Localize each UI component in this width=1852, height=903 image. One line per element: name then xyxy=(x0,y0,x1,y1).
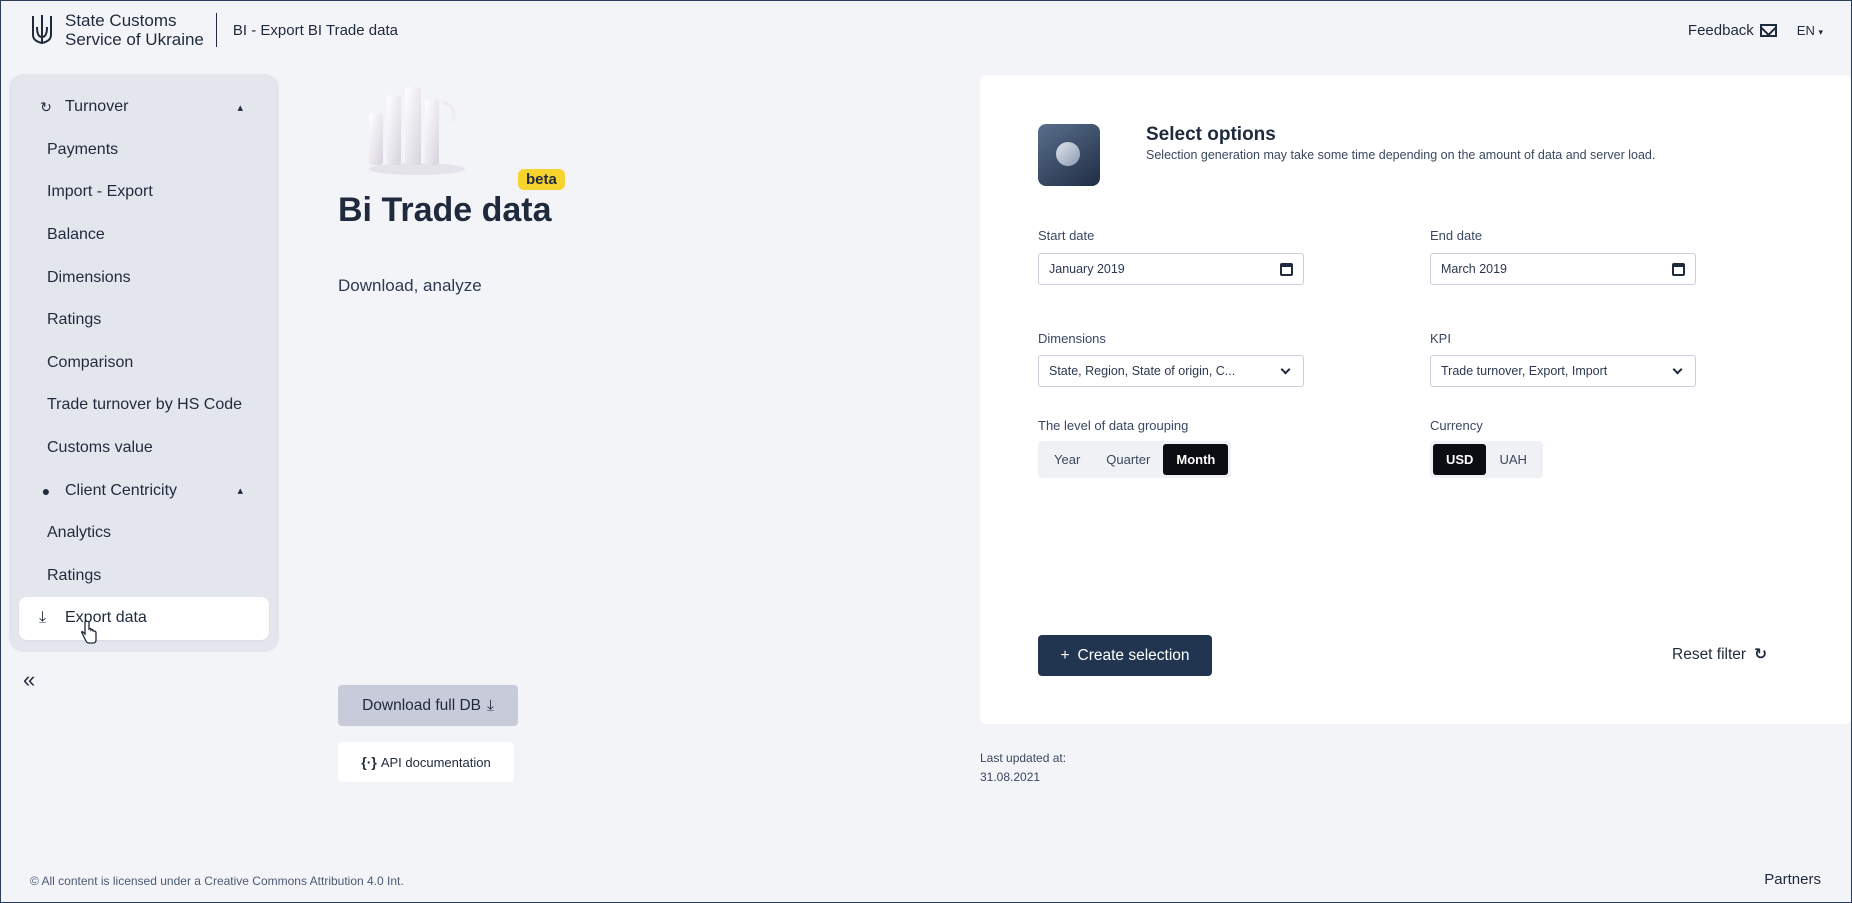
refresh-icon: ↻ xyxy=(40,98,52,115)
create-selection-button[interactable]: + Create selection xyxy=(1038,635,1212,676)
caret-up-icon: ▴ xyxy=(237,101,243,114)
org-name-line1: State Customs xyxy=(65,11,177,30)
trident-logo-icon xyxy=(32,15,52,45)
kpi-value: Trade turnover, Export, Import xyxy=(1441,364,1608,378)
partners-link[interactable]: Partners xyxy=(1764,871,1821,888)
kpi-label: KPI xyxy=(1430,331,1451,346)
grouping-option-month[interactable]: Month xyxy=(1163,444,1229,475)
calendar-icon[interactable] xyxy=(1672,262,1685,276)
sidebar-section-turnover[interactable]: ↻ Turnover ▴ xyxy=(19,86,269,129)
sidebar-item-analytics[interactable]: Analytics xyxy=(19,512,269,555)
logo[interactable]: State Customs Service of Ukraine xyxy=(29,11,204,49)
language-selector[interactable]: EN ▾ xyxy=(1797,23,1823,38)
last-updated: Last updated at: 31.08.2021 xyxy=(980,749,1066,787)
user-icon: ● xyxy=(41,482,51,499)
caret-up-icon: ▴ xyxy=(237,485,243,498)
header-actions: Feedback EN ▾ xyxy=(1688,22,1823,39)
calendar-icon[interactable] xyxy=(1280,262,1293,276)
sidebar-item-ratings-client[interactable]: Ratings xyxy=(19,555,269,598)
currency-option-uah[interactable]: UAH xyxy=(1486,444,1539,475)
select-options-card: Select options Selection generation may … xyxy=(980,75,1851,724)
dimensions-label: Dimensions xyxy=(1038,331,1106,346)
grouping-option-year[interactable]: Year xyxy=(1041,444,1093,475)
sidebar-item-ratings[interactable]: Ratings xyxy=(19,299,269,342)
sidebar-item-import-export[interactable]: Import - Export xyxy=(19,171,269,214)
header-divider xyxy=(215,13,217,47)
dimensions-select[interactable]: State, Region, State of origin, C... xyxy=(1038,355,1304,387)
sidebar-item-customs-value[interactable]: Customs value xyxy=(19,427,269,470)
plus-icon: + xyxy=(1060,646,1070,664)
download-full-db-button[interactable]: Download full DB ⤓ xyxy=(338,685,518,726)
feedback-link[interactable]: Feedback xyxy=(1688,22,1754,39)
card-title: Select options xyxy=(1146,124,1276,145)
mail-icon[interactable] xyxy=(1759,23,1777,37)
sidebar-item-label: Export data xyxy=(65,609,147,627)
end-date-label: End date xyxy=(1430,228,1483,243)
sidebar: ↻ Turnover ▴ Payments Import - Export Ba… xyxy=(9,74,279,652)
hand-pointer-cursor-icon xyxy=(81,621,97,644)
beta-badge: beta xyxy=(518,169,565,190)
page-subtitle: Download, analyze xyxy=(338,276,482,295)
grouping-toggle: Year Quarter Month xyxy=(1038,441,1232,478)
refresh-icon: ↻ xyxy=(1754,646,1768,663)
breadcrumb[interactable]: BI - Export BI Trade data xyxy=(233,22,398,39)
sidebar-item-label: Turnover xyxy=(65,98,129,116)
api-documentation-label: API documentation xyxy=(380,754,491,770)
sidebar-item-export-data[interactable]: ⤓ Export data xyxy=(19,597,269,640)
download-full-db-label: Download full DB xyxy=(362,696,482,714)
sidebar-item-comparison[interactable]: Comparison xyxy=(19,342,269,385)
reset-filter-button[interactable]: Reset filter ↻ xyxy=(1672,645,1767,664)
start-date-label: Start date xyxy=(1038,228,1095,243)
create-selection-label: Create selection xyxy=(1077,646,1190,664)
settings-badge-icon xyxy=(1038,124,1100,186)
sidebar-section-client-centricity[interactable]: ● Client Centricity ▴ xyxy=(19,469,269,512)
end-date-picker[interactable]: March 2019 xyxy=(1430,253,1696,285)
start-date-value: January 2019 xyxy=(1049,262,1125,276)
download-tray-icon: ⤓ xyxy=(487,696,494,714)
grouping-label: The level of data grouping xyxy=(1038,418,1189,433)
collapse-sidebar-button[interactable]: « xyxy=(23,667,35,693)
page-title: Bi Trade data xyxy=(338,191,552,229)
sidebar-item-label: Client Centricity xyxy=(65,481,178,499)
currency-option-usd[interactable]: USD xyxy=(1433,444,1487,475)
caret-down-icon: ▾ xyxy=(1818,26,1823,37)
bar-chart-illustration-icon xyxy=(369,87,465,175)
org-name: State Customs Service of Ukraine xyxy=(65,11,204,49)
sidebar-item-trade-turnover-hs[interactable]: Trade turnover by HS Code xyxy=(19,384,269,427)
sidebar-item-balance[interactable]: Balance xyxy=(19,214,269,257)
license-notice: © All content is licensed under a Creati… xyxy=(30,874,404,888)
currency-label: Currency xyxy=(1430,418,1483,433)
code-braces-icon: {·} xyxy=(361,754,377,770)
download-tray-icon: ⤓ xyxy=(39,609,47,627)
chevron-down-icon xyxy=(1672,364,1683,374)
language-code: EN xyxy=(1796,22,1815,38)
card-description: Selection generation may take some time … xyxy=(1146,148,1656,162)
end-date-value: March 2019 xyxy=(1441,262,1508,276)
last-updated-date: 31.08.2021 xyxy=(980,770,1041,784)
sidebar-item-payments[interactable]: Payments xyxy=(19,129,269,172)
start-date-picker[interactable]: January 2019 xyxy=(1038,253,1304,285)
api-documentation-button[interactable]: {·} API documentation xyxy=(338,742,514,782)
app-header: State Customs Service of Ukraine BI - Ex… xyxy=(1,1,1851,59)
last-updated-label: Last updated at: xyxy=(980,751,1067,765)
org-name-line2: Service of Ukraine xyxy=(65,30,204,49)
kpi-select[interactable]: Trade turnover, Export, Import xyxy=(1430,355,1696,387)
grouping-option-quarter[interactable]: Quarter xyxy=(1093,444,1163,475)
dimensions-value: State, Region, State of origin, C... xyxy=(1049,364,1236,378)
chevron-down-icon xyxy=(1280,364,1291,374)
currency-toggle: USD UAH xyxy=(1430,441,1543,478)
sidebar-item-dimensions[interactable]: Dimensions xyxy=(19,256,269,299)
reset-filter-label: Reset filter xyxy=(1672,645,1747,663)
